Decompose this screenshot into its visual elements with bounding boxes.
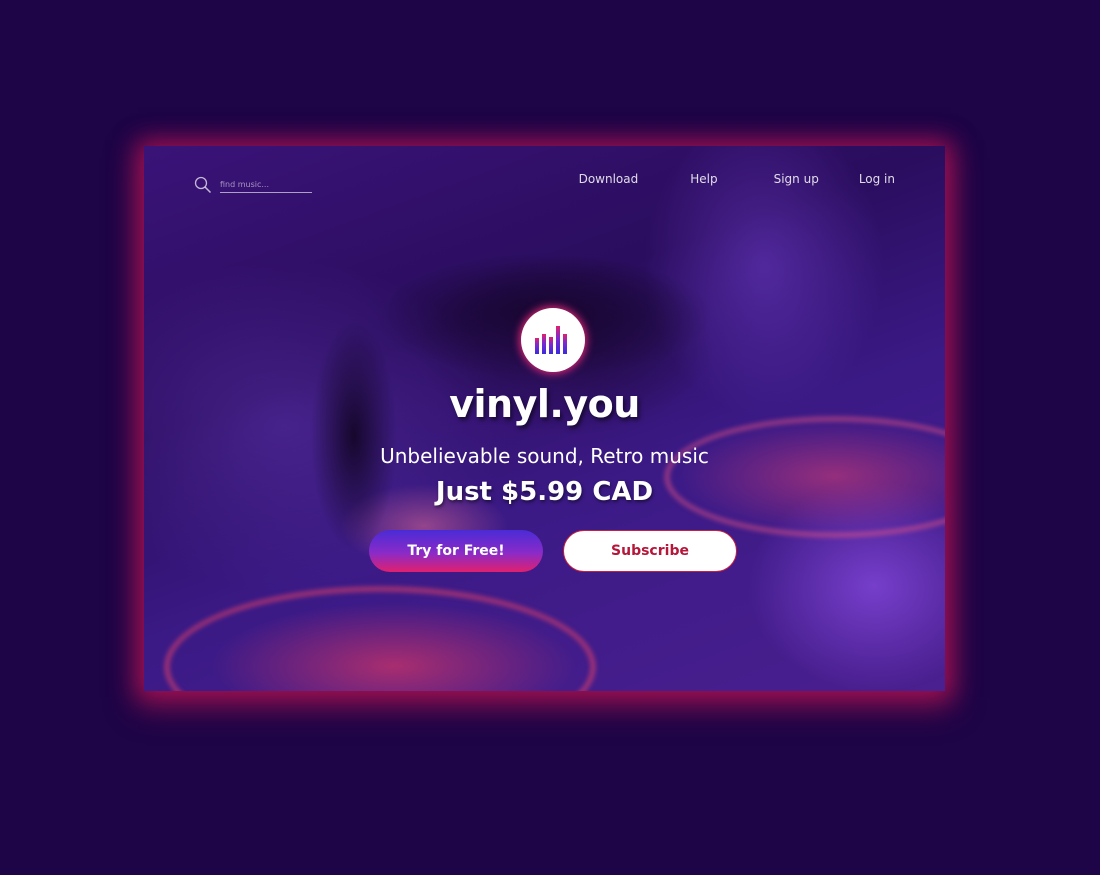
search-icon[interactable] <box>194 176 212 194</box>
turntable-ring-glow <box>164 586 596 691</box>
nav-help-link[interactable]: Help <box>690 172 717 186</box>
nav-download-link[interactable]: Download <box>579 172 639 186</box>
search-input[interactable] <box>220 177 312 193</box>
hero-tagline: Unbelievable sound, Retro music <box>380 444 709 468</box>
page: Download Help Sign up Log in <box>0 0 1100 875</box>
nav-sign-up-link[interactable]: Sign up <box>774 172 819 186</box>
search-bar <box>194 176 312 194</box>
hero-price: Just $5.99 CAD <box>435 477 654 507</box>
brand-title: vinyl.you <box>449 382 640 426</box>
equalizer-bars-icon <box>535 326 567 354</box>
hero-banner: Download Help Sign up Log in <box>144 146 945 691</box>
top-nav: Download Help Sign up Log in <box>579 172 895 186</box>
try-for-free-button[interactable]: Try for Free! <box>369 530 543 572</box>
subscribe-button[interactable]: Subscribe <box>563 530 737 572</box>
brand-logo <box>521 308 585 372</box>
nav-log-in-link[interactable]: Log in <box>859 172 895 186</box>
